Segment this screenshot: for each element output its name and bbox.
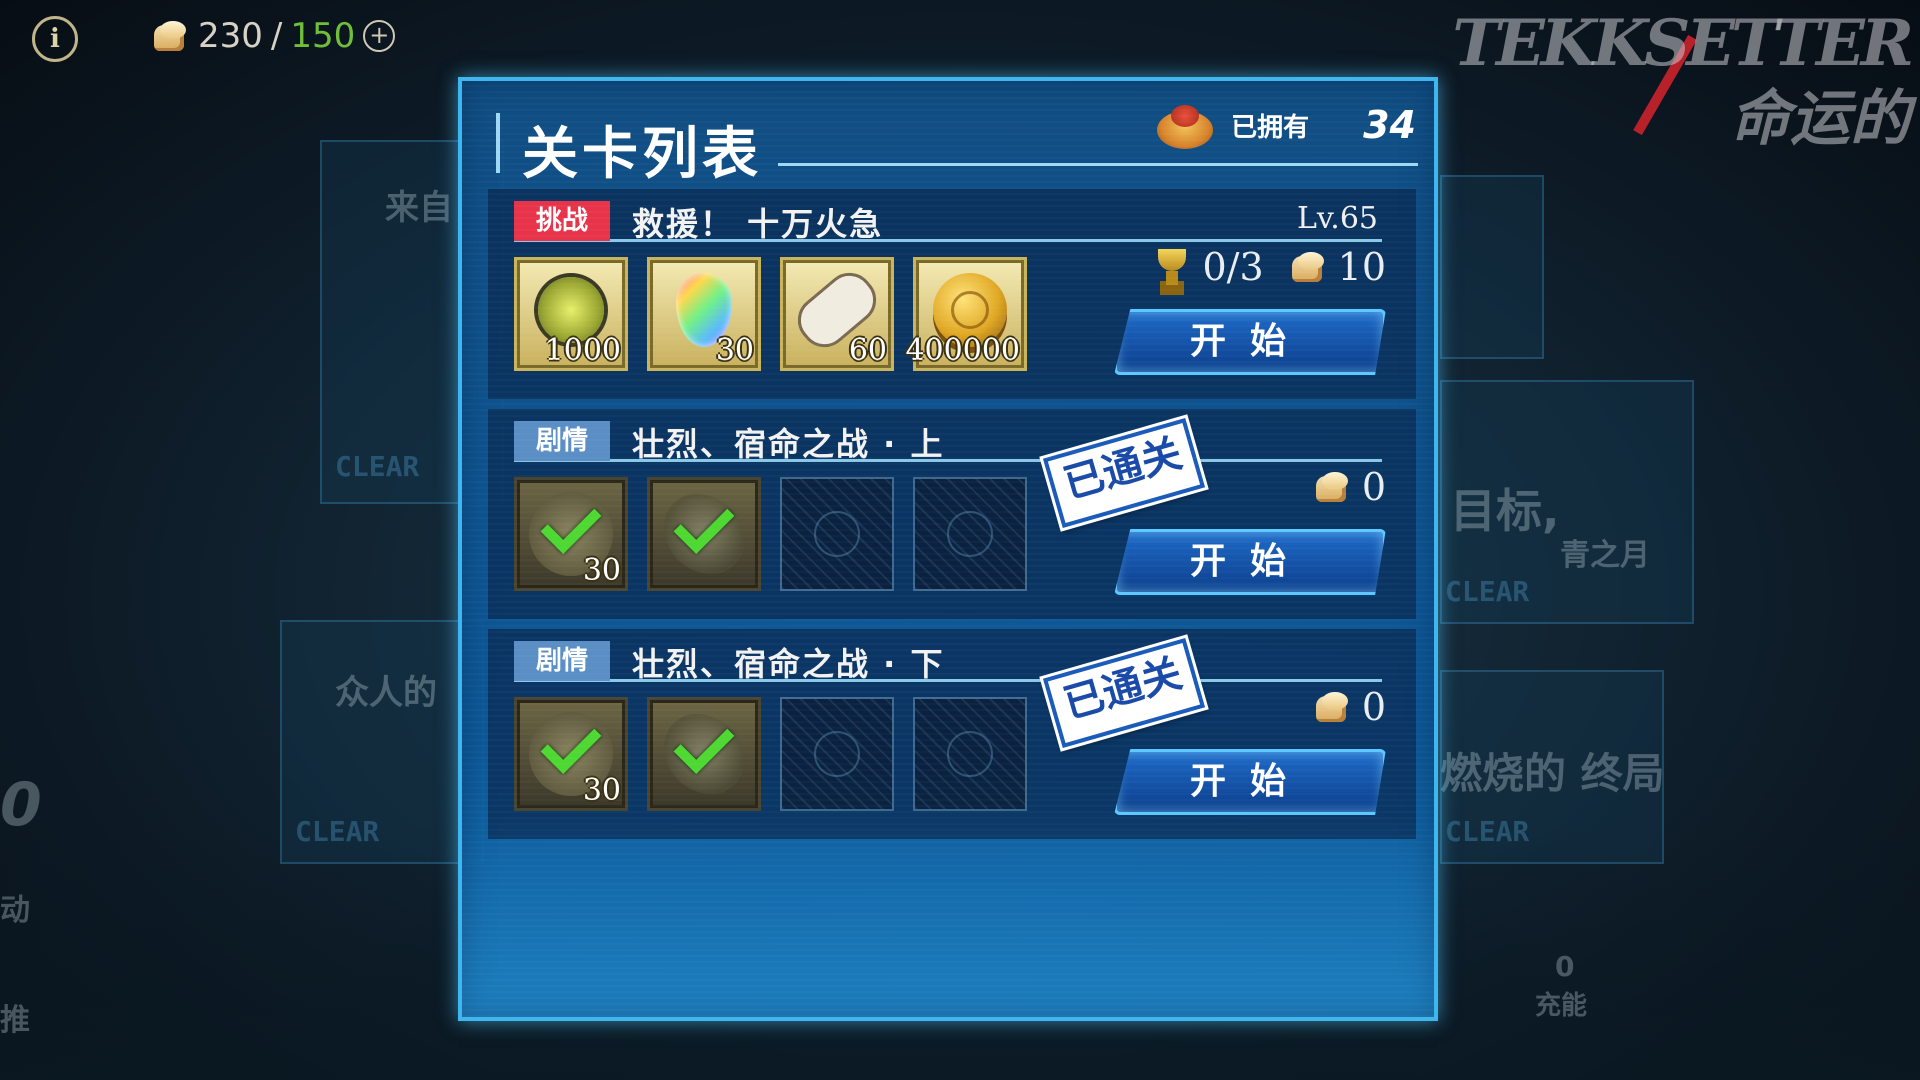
- reward-quantity: 30: [582, 553, 621, 588]
- add-stamina-button[interactable]: +: [363, 20, 396, 52]
- background-clear-mark: CLEAR: [1445, 575, 1530, 608]
- stage-list-panel: 关卡列表 已拥有 34 挑战 救援！ 十万火急 Lv.65 1000 30 60…: [458, 77, 1438, 1021]
- start-button[interactable]: 开始: [1114, 749, 1386, 815]
- story-tag: 剧情: [514, 421, 610, 461]
- stage-header: 剧情 壮烈、宿命之战 · 下: [514, 639, 1382, 683]
- bread-icon: [150, 19, 190, 53]
- bread-icon: [1312, 470, 1352, 504]
- start-button[interactable]: 开始: [1114, 309, 1386, 375]
- stage-name: 救援！ 十万火急: [632, 205, 884, 243]
- empty-reward-slot: [780, 477, 894, 591]
- trophy-icon: [1152, 247, 1192, 287]
- empty-slot-icon: [947, 731, 993, 777]
- background-card: [1440, 175, 1544, 359]
- background-charge-label: 充能: [1535, 991, 1588, 1021]
- start-button[interactable]: 开始: [1114, 529, 1386, 595]
- reward-quantity: 1000: [544, 333, 621, 368]
- background-text: 燃烧的 终局: [1440, 749, 1665, 798]
- background-clear-mark: CLEAR: [335, 450, 420, 483]
- empty-slot-icon: [814, 511, 860, 557]
- stamina-current: 230: [198, 16, 263, 56]
- reward-slot[interactable]: [647, 477, 761, 591]
- story-tag: 剧情: [514, 641, 610, 681]
- stage-stats: 0: [1312, 685, 1386, 729]
- stage-header: 挑战 救援！ 十万火急 Lv.65: [514, 199, 1382, 243]
- empty-reward-slot: [913, 697, 1027, 811]
- logo-title-chinese: 命运的: [1730, 84, 1910, 154]
- empty-reward-slot: [780, 697, 894, 811]
- reward-slot[interactable]: 30: [514, 697, 628, 811]
- reward-quantity: 30: [715, 333, 754, 368]
- background-text: 青之月: [1560, 538, 1650, 573]
- bread-icon: [1312, 690, 1352, 724]
- stamina-separator: /: [270, 16, 283, 56]
- title-underline: [778, 163, 1418, 166]
- stage-name: 壮烈、宿命之战 · 上: [632, 425, 945, 463]
- panel-bottom-area: [462, 817, 1434, 1017]
- stage-stats: 0/3 10: [1152, 245, 1386, 289]
- reward-slot[interactable]: 400000: [905, 257, 1027, 371]
- background-text: 众人的: [335, 673, 437, 713]
- game-logo: TEKKSETTER 命运的: [1452, 0, 1920, 154]
- background-charge-count: 0: [1555, 950, 1575, 983]
- panel-title: 关卡列表: [522, 122, 762, 187]
- owned-label: 已拥有: [1231, 112, 1310, 143]
- empty-reward-slot: [913, 477, 1027, 591]
- bread-icon: [1288, 250, 1328, 284]
- stamina-cost: 10: [1337, 245, 1386, 289]
- stage-header: 剧情 壮烈、宿命之战 · 上: [514, 419, 1382, 463]
- stage-name: 壮烈、宿命之战 · 下: [632, 645, 945, 683]
- stamina-cost: 0: [1361, 465, 1386, 509]
- stamina-display: 230/150 +: [150, 14, 396, 58]
- reward-slot[interactable]: 30: [514, 477, 628, 591]
- stage-entry: 剧情 壮烈、宿命之战 · 下 30 已通关 0 开始: [488, 629, 1416, 839]
- owned-count: 34: [1363, 103, 1416, 147]
- reward-quantity: 60: [848, 333, 887, 368]
- background-text: 来自: [385, 188, 453, 228]
- reward-slot[interactable]: 1000: [514, 257, 628, 371]
- info-icon[interactable]: i: [32, 16, 78, 62]
- stage-level: Lv.65: [1296, 201, 1378, 236]
- background-text: 目标,: [1450, 484, 1560, 538]
- background-side-text: 0: [0, 770, 42, 840]
- stage-stats: 0: [1312, 465, 1386, 509]
- challenge-tag: 挑战: [514, 201, 610, 241]
- stage-entry: 挑战 救援！ 十万火急 Lv.65 1000 30 60 400000 0/3 …: [488, 189, 1416, 399]
- reward-quantity: 30: [582, 773, 621, 808]
- cake-icon: [1153, 95, 1217, 155]
- background-side-button: 动: [0, 893, 30, 928]
- title-accent-bar: [496, 113, 500, 173]
- background-clear-mark: CLEAR: [295, 815, 380, 848]
- background-clear-mark: CLEAR: [1445, 815, 1530, 848]
- reward-slot[interactable]: [647, 697, 761, 811]
- stamina-max: 150: [290, 16, 356, 56]
- reward-slot[interactable]: 30: [647, 257, 761, 371]
- empty-slot-icon: [814, 731, 860, 777]
- stamina-cost: 0: [1361, 685, 1386, 729]
- trophy-progress: 0/3: [1202, 245, 1264, 289]
- background-side-button: 推: [0, 1003, 30, 1038]
- empty-slot-icon: [947, 511, 993, 557]
- stage-entry: 剧情 壮烈、宿命之战 · 上 30 已通关 0 开始: [488, 409, 1416, 619]
- reward-quantity: 400000: [905, 333, 1020, 368]
- owned-counter: 已拥有 34: [1153, 95, 1416, 155]
- reward-slot[interactable]: 60: [780, 257, 894, 371]
